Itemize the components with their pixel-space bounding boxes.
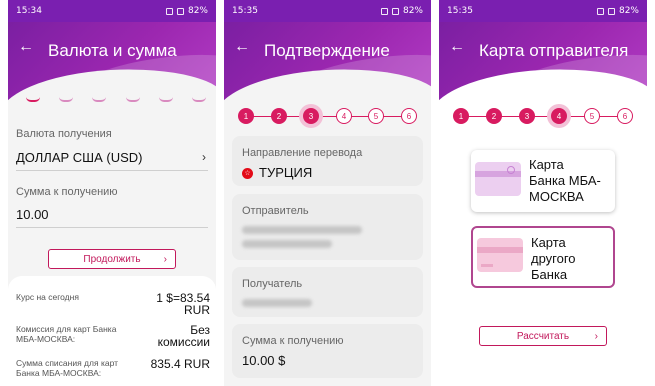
amount-field[interactable]: Сумма к получению 10.00 — [16, 186, 208, 228]
step-6: 6 — [401, 108, 417, 124]
page-header: ← Карта отправителя — [439, 22, 647, 102]
bank-card-icon — [475, 162, 521, 196]
back-arrow-icon[interactable]: ← — [449, 38, 465, 56]
step-indicator: 1 23 45 6 — [238, 108, 417, 126]
status-bar: 15:34 82% — [8, 0, 216, 22]
step-4: 4 — [551, 108, 567, 124]
step-1: 1 — [453, 108, 469, 124]
step-indicator: 1 2 34 5 6 — [453, 108, 633, 126]
sender-name-blurred — [242, 240, 332, 248]
page-title: Карта отправителя — [479, 41, 629, 60]
recipient-card: Получатель — [232, 267, 423, 317]
amount-label: Сумма к получению — [16, 186, 118, 198]
wifi-icon — [176, 7, 184, 15]
step-dot — [92, 97, 107, 102]
step-dot — [125, 97, 140, 102]
rate-summary-sheet: Курс на сегодня 1 $=83.54 RUR Комиссия д… — [8, 276, 216, 386]
debit-value: 835.4 RUR — [150, 357, 210, 371]
other-bank-card-icon — [477, 238, 523, 272]
amount-label: Сумма к получению — [242, 335, 344, 347]
alarm-icon — [380, 7, 388, 15]
amount-card: Сумма к получению 10.00 $ — [232, 324, 423, 378]
currency-field[interactable]: Валюта получения ДОЛЛАР США (USD) › — [16, 128, 208, 171]
screen-confirmation: 15:35 82% ← Подтверждение 1 23 45 6 Направл… — [224, 0, 431, 386]
status-time: 15:35 — [447, 6, 473, 16]
sender-card: Отправитель — [232, 194, 423, 260]
page-title: Валюта и сумма — [48, 41, 177, 60]
recipient-name-blurred — [242, 299, 312, 307]
sender-name-blurred — [242, 226, 362, 234]
wifi-icon — [607, 7, 615, 15]
step-5: 5 — [584, 108, 600, 124]
page-title: Подтверждение — [264, 41, 390, 60]
back-arrow-icon[interactable]: ← — [18, 38, 34, 56]
status-bar: 15:35 82% — [224, 0, 431, 22]
step-5: 5 — [368, 108, 384, 124]
commission-value: Без комиссии — [157, 323, 210, 349]
page-header: ← Подтверждение — [224, 22, 431, 102]
chevron-right-icon: › — [163, 253, 167, 265]
step-dot — [158, 97, 173, 102]
screen-sender-card: 15:35 82% ← Карта отправителя 1 2 34 5 6 Кар… — [439, 0, 647, 386]
chevron-right-icon: › — [202, 150, 206, 164]
step-1: 1 — [238, 108, 254, 124]
direction-label: Направление перевода — [242, 147, 363, 159]
amount-input[interactable]: 10.00 — [16, 207, 208, 228]
step-dot — [191, 97, 206, 102]
step-6: 6 — [617, 108, 633, 124]
bank-card-option[interactable]: Карта Банка МБА- МОСКВА — [471, 150, 615, 212]
other-bank-card-option[interactable]: Карта другого Банка — [471, 226, 615, 288]
status-time: 15:34 — [16, 6, 42, 16]
currency-label: Валюта получения — [16, 128, 112, 140]
step-indicator — [26, 97, 206, 102]
calculate-button[interactable]: Рассчитать › — [479, 326, 607, 346]
battery-level: 82% — [187, 6, 208, 16]
alarm-icon — [596, 7, 604, 15]
step-3: 3 — [519, 108, 535, 124]
wifi-icon — [391, 7, 399, 15]
step-dot — [59, 97, 74, 102]
direction-card: Направление перевода ☆ ТУРЦИЯ — [232, 136, 423, 186]
step-dot — [26, 97, 40, 102]
step-4: 4 — [336, 108, 352, 124]
step-3: 3 — [303, 108, 319, 124]
commission-label: Комиссия для карт Банка МБА-МОСКВА: — [16, 324, 117, 344]
back-arrow-icon[interactable]: ← — [234, 38, 250, 56]
screen-currency-amount: 15:34 82% ← Валюта и сумма Валюта получе… — [8, 0, 216, 386]
step-2: 2 — [271, 108, 287, 124]
debit-label: Сумма списания для карт Банка МБА-МОСКВА… — [16, 358, 119, 378]
page-header: ← Валюта и сумма — [8, 22, 216, 102]
battery-level: 82% — [402, 6, 423, 16]
direction-value: ТУРЦИЯ — [259, 165, 313, 180]
alarm-icon — [165, 7, 173, 15]
currency-value: ДОЛЛАР США (USD) — [16, 150, 143, 165]
sender-label: Отправитель — [242, 205, 309, 217]
status-time: 15:35 — [232, 6, 258, 16]
turkey-flag-icon: ☆ — [242, 168, 253, 180]
battery-level: 82% — [618, 6, 639, 16]
rate-label: Курс на сегодня — [16, 292, 79, 302]
rate-value: 1 $=83.54 RUR — [156, 291, 210, 317]
continue-button[interactable]: Продолжить › — [48, 249, 176, 269]
status-bar: 15:35 82% — [439, 0, 647, 22]
screenshot-collage: 15:34 82% ← Валюта и сумма Валюта получе… — [0, 0, 655, 386]
chevron-right-icon: › — [594, 330, 598, 342]
amount-value: 10.00 $ — [242, 353, 286, 368]
step-2: 2 — [486, 108, 502, 124]
recipient-label: Получатель — [242, 278, 303, 290]
